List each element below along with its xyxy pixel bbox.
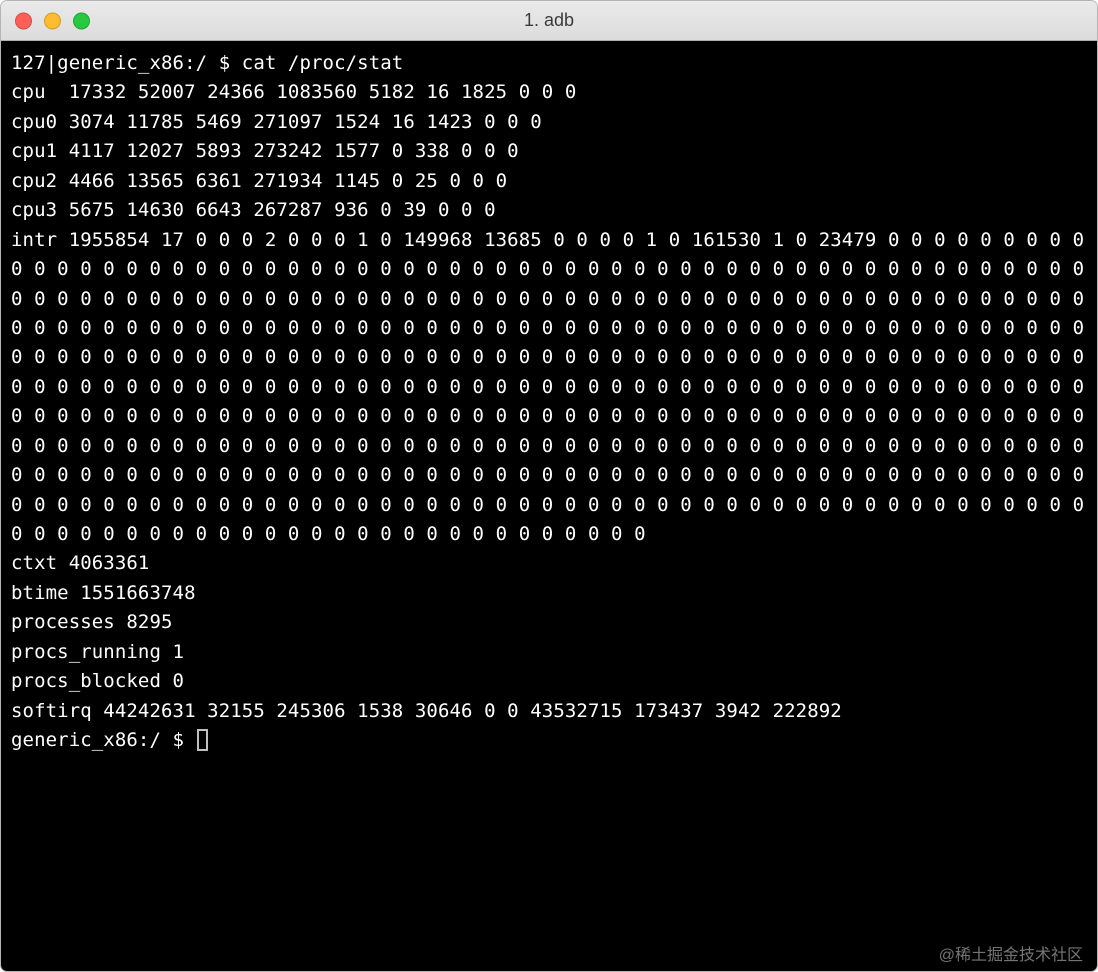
titlebar: 1. adb: [1, 1, 1097, 41]
output-line: ctxt 4063361: [11, 552, 149, 574]
window-title: 1. adb: [524, 10, 574, 31]
output-line: cpu0 3074 11785 5469 271097 1524 16 1423…: [11, 111, 542, 133]
output-line: processes 8295: [11, 611, 173, 633]
output-line: softirq 44242631 32155 245306 1538 30646…: [11, 700, 842, 722]
minimize-icon[interactable]: [44, 12, 61, 29]
zoom-icon[interactable]: [73, 12, 90, 29]
output-line: cpu2 4466 13565 6361 271934 1145 0 25 0 …: [11, 170, 507, 192]
cursor-icon: [197, 729, 208, 751]
output-line: btime 1551663748: [11, 582, 196, 604]
traffic-lights: [15, 12, 90, 29]
prompt: 127|generic_x86:/ $: [11, 52, 242, 74]
output-line: cpu3 5675 14630 6643 267287 936 0 39 0 0…: [11, 199, 496, 221]
output-line: procs_blocked 0: [11, 670, 184, 692]
prompt: generic_x86:/ $: [11, 729, 196, 751]
terminal-window: 1. adb 127|generic_x86:/ $ cat /proc/sta…: [0, 0, 1098, 972]
close-icon[interactable]: [15, 12, 32, 29]
output-line: cpu 17332 52007 24366 1083560 5182 16 18…: [11, 81, 576, 103]
output-line: intr 1955854 17 0 0 0 2 0 0 0 1 0 149968…: [11, 229, 1096, 545]
output-line: procs_running 1: [11, 641, 184, 663]
terminal-body[interactable]: 127|generic_x86:/ $ cat /proc/stat cpu 1…: [1, 41, 1097, 971]
output-line: cpu1 4117 12027 5893 273242 1577 0 338 0…: [11, 140, 519, 162]
command-text: cat /proc/stat: [242, 52, 404, 74]
